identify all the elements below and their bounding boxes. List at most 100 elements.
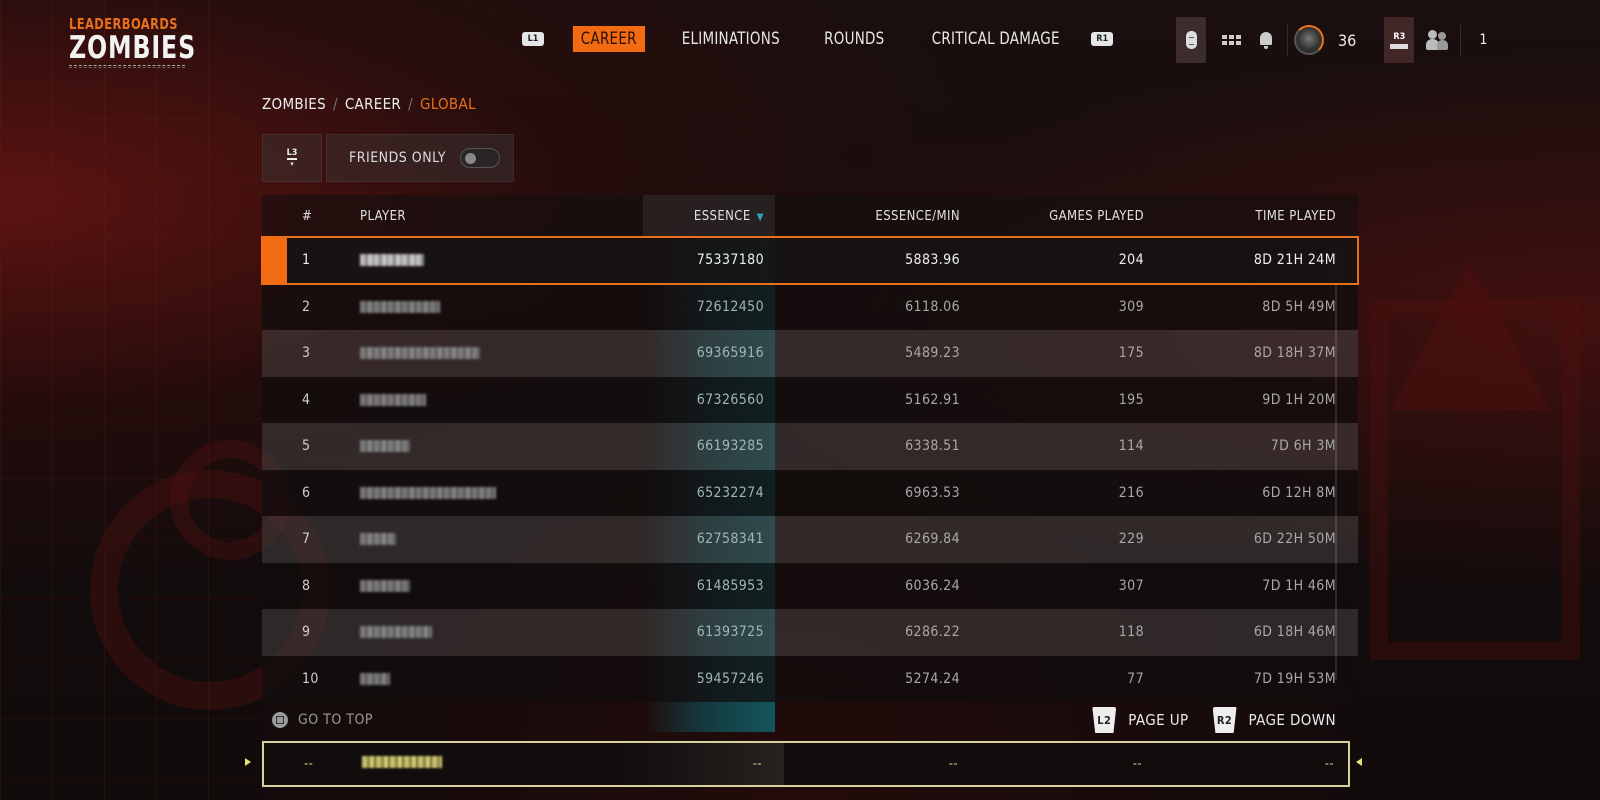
header-essence[interactable]: ESSENCE ▼ (604, 209, 764, 224)
row-rank: 5 (302, 438, 311, 455)
tab-rounds[interactable]: ROUNDS (816, 26, 892, 52)
header-time-played[interactable]: TIME PLAYED (1176, 209, 1336, 224)
row-essence: 61393725 (696, 624, 764, 641)
redacted-player-name (360, 626, 432, 639)
page-up-button[interactable]: L2 PAGE UP (1092, 707, 1188, 733)
breadcrumb-item[interactable]: ZOMBIES (262, 95, 326, 113)
friends-online-count: 1 (1479, 32, 1488, 48)
filter-options-button[interactable]: L3 ▾ (262, 134, 322, 182)
chevron-down-icon: ▾ (290, 160, 294, 168)
row-player-name (360, 485, 620, 501)
table-row[interactable]: 4 67326560 5162.91 195 9D 1H 20M (262, 376, 1358, 423)
row-rank: 7 (302, 531, 311, 548)
header-essence-per-min[interactable]: ESSENCE/MIN (800, 209, 960, 224)
table-row[interactable]: 8 61485953 6036.24 307 7D 1H 46M (262, 562, 1358, 609)
l1-bumper-icon[interactable]: L1 (522, 32, 544, 46)
row-essence: 75337180 (696, 252, 764, 269)
controller-menu-icon (1185, 31, 1197, 49)
row-games-played: 229 (1118, 531, 1144, 548)
table-row[interactable]: 10 59457246 5274.24 77 7D 19H 53M (262, 655, 1358, 702)
tab-eliminations[interactable]: ELIMINATIONS (673, 26, 787, 52)
table-scrollbar[interactable] (1335, 240, 1337, 680)
square-button-icon (272, 712, 288, 728)
row-games-played: 114 (1118, 438, 1144, 455)
row-player-name (360, 345, 620, 361)
header-games-played[interactable]: GAMES PLAYED (984, 209, 1144, 224)
redacted-player-name (360, 347, 480, 360)
row-games-played: 309 (1118, 298, 1144, 315)
row-player-name (360, 299, 620, 315)
redacted-player-name (360, 393, 426, 406)
redacted-player-name (360, 440, 410, 453)
page-down-label: PAGE DOWN (1248, 711, 1336, 729)
top-right-bar: 36 R3 1 (1176, 17, 1487, 63)
current-player-row[interactable]: -- -- -- -- -- (262, 741, 1350, 787)
redacted-player-name (360, 672, 390, 685)
table-row[interactable]: 5 66193285 6338.51 114 7D 6H 3M (262, 423, 1358, 470)
row-player-name (360, 392, 620, 408)
table-row[interactable]: 6 65232274 6963.53 216 6D 12H 8M (262, 469, 1358, 516)
row-essence: 69365916 (696, 345, 764, 362)
row-rank: 3 (302, 345, 311, 362)
r3-bar-icon (1390, 43, 1409, 49)
table-row[interactable]: 2 72612450 6118.06 309 8D 5H 49M (262, 283, 1358, 330)
redacted-player-name (362, 756, 442, 768)
row-essence-per-min: 6286.22 (905, 624, 960, 641)
table-row[interactable]: 7 62758341 6269.84 229 6D 22H 50M (262, 516, 1358, 563)
table-row[interactable]: 1 75337180 5883.96 204 8D 21H 24M (261, 236, 1359, 285)
table-row[interactable]: 9 61393725 6286.22 118 6D 18H 46M (262, 609, 1358, 656)
divider (1287, 25, 1288, 55)
redacted-player-name (360, 300, 440, 313)
menu-button[interactable] (1176, 17, 1206, 63)
table-row[interactable]: 3 69365916 5489.23 175 8D 18H 37M (262, 330, 1358, 377)
filter-bar: L3 ▾ FRIENDS ONLY (262, 134, 514, 182)
brand: LEADERBOARDS ZOMBIES (69, 15, 218, 68)
friends-only-filter[interactable]: FRIENDS ONLY (326, 134, 514, 182)
player-row-arrow-right-icon (1356, 758, 1362, 766)
row-time-played: 6D 12H 8M (1262, 484, 1336, 501)
player-rank: -- (304, 756, 314, 772)
leaderboard-table: # PLAYER ESSENCE ▼ ESSENCE/MIN GAMES PLAY… (261, 195, 1359, 732)
r3-social-button[interactable]: R3 (1384, 17, 1415, 63)
row-games-played: 195 (1118, 391, 1144, 408)
notifications-bell-icon[interactable] (1257, 31, 1275, 49)
row-time-played: 6D 22H 50M (1253, 531, 1336, 548)
row-player-name (360, 252, 620, 268)
row-essence-per-min: 6269.84 (905, 531, 960, 548)
row-player-name (360, 578, 620, 594)
r1-bumper-icon[interactable]: R1 (1091, 32, 1114, 46)
brand-title: ZOMBIES (69, 30, 197, 66)
header-essence-label: ESSENCE (693, 208, 751, 224)
row-games-played: 118 (1118, 624, 1144, 641)
row-time-played: 7D 6H 3M (1270, 438, 1336, 455)
row-essence: 67326560 (696, 391, 764, 408)
header-rank: # (302, 208, 313, 224)
friends-only-toggle[interactable] (459, 148, 500, 168)
row-player-name (360, 531, 620, 547)
row-rank: 8 (302, 577, 311, 594)
breadcrumb-separator: / (408, 95, 413, 113)
page-down-button[interactable]: R2 PAGE DOWN (1212, 707, 1336, 733)
tab-critical-damage[interactable]: CRITICAL DAMAGE (924, 26, 1068, 52)
breadcrumb-item[interactable]: CAREER (345, 95, 401, 113)
redacted-player-name (360, 579, 410, 592)
tab-career[interactable]: CAREER (572, 26, 645, 52)
row-essence-per-min: 5162.91 (905, 391, 960, 408)
player-avatar[interactable] (1294, 25, 1324, 55)
header-player[interactable]: PLAYER (360, 209, 620, 224)
row-essence-per-min: 5883.96 (905, 252, 960, 269)
row-games-played: 175 (1118, 345, 1144, 362)
r3-label: R3 (1393, 31, 1406, 42)
row-games-played: 77 (1127, 670, 1144, 687)
row-player-name (360, 438, 620, 454)
row-games-played: 204 (1118, 252, 1144, 269)
table-header: # PLAYER ESSENCE ▼ ESSENCE/MIN GAMES PLAY… (262, 195, 1358, 237)
friends-icon[interactable] (1426, 30, 1449, 50)
sort-descending-icon: ▼ (756, 211, 764, 223)
go-to-top-button[interactable]: GO TO TOP (272, 712, 373, 728)
grid-menu-icon[interactable] (1222, 35, 1241, 45)
row-rank: 1 (302, 252, 311, 269)
l3-icon: L3 (286, 148, 298, 160)
player-essence-per-min: -- (948, 756, 958, 772)
row-essence-per-min: 5489.23 (905, 345, 960, 362)
